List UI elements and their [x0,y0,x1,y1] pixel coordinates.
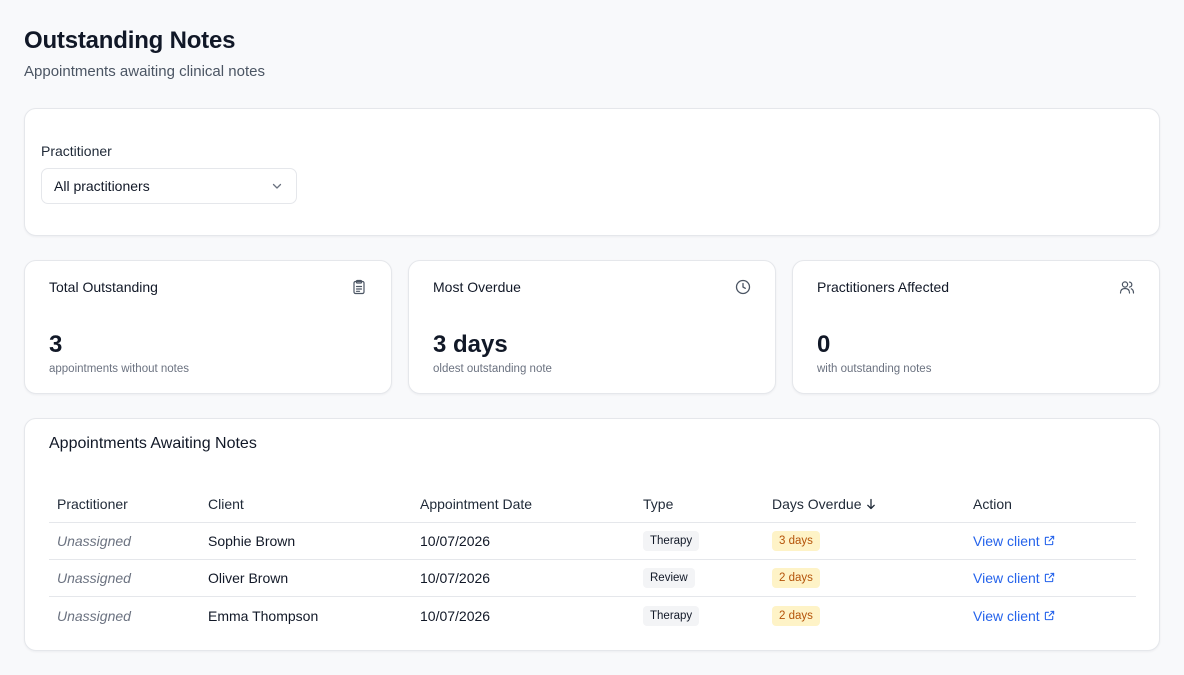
cell-client: Emma Thompson [208,607,319,624]
column-header-type: Type [643,495,674,512]
external-link-icon [1044,608,1055,624]
table-row: Unassigned Emma Thompson 10/07/2026 Ther… [49,597,1136,634]
page-title: Outstanding Notes [24,27,236,54]
cell-days-overdue: 2 days [772,597,820,634]
cell-action: View client [973,560,1055,596]
table-title: Appointments Awaiting Notes [49,435,257,452]
view-client-link[interactable]: View client [973,570,1055,586]
stat-caption: with outstanding notes [817,363,932,375]
appointments-table: Practitioner Client Appointment Date Typ… [49,485,1136,634]
column-header-appointment-date: Appointment Date [420,495,533,512]
type-badge: Therapy [643,531,700,551]
cell-appointment-date: 10/07/2026 [420,533,491,549]
filter-card: Practitioner All practitioners [24,108,1160,236]
column-header-days-overdue[interactable]: Days Overdue [772,485,877,522]
type-badge: Therapy [643,605,700,626]
practitioner-select[interactable]: All practitioners [41,168,297,204]
cell-practitioner: Unassigned [57,607,131,624]
view-client-link[interactable]: View client [973,533,1055,549]
stat-title: Total Outstanding [49,279,158,295]
stat-title: Practitioners Affected [817,279,950,295]
cell-client: Sophie Brown [208,533,296,549]
external-link-icon [1044,533,1055,549]
view-client-label: View client [973,533,1040,549]
overdue-badge: 2 days [772,568,820,588]
cell-type: Therapy [643,523,700,559]
clipboard-icon [351,279,367,295]
table-header-row: Practitioner Client Appointment Date Typ… [49,485,1136,523]
stat-caption: appointments without notes [49,363,190,375]
appointments-table-card: Appointments Awaiting Notes Practitioner… [24,418,1160,651]
stat-title: Most Overdue [433,279,521,295]
page-subtitle: Appointments awaiting clinical notes [24,63,265,80]
cell-type: Review [643,560,695,596]
practitioner-select-value: All practitioners [54,178,150,194]
cell-type: Therapy [643,597,700,634]
table-row: Unassigned Oliver Brown 10/07/2026 Revie… [49,560,1136,597]
stat-card-practitioners-affected: Practitioners Affected 0 with outstandin… [792,260,1160,394]
cell-appointment-date: 10/07/2026 [420,570,491,586]
practitioner-filter-label: Practitioner [41,143,112,159]
stat-caption: oldest outstanding note [433,363,552,375]
column-header-practitioner: Practitioner [57,495,128,512]
column-header-action: Action [973,495,1012,512]
type-badge: Review [643,568,695,588]
view-client-link[interactable]: View client [973,608,1055,624]
stat-card-most-overdue: Most Overdue 3 days oldest outstanding n… [408,260,776,394]
view-client-label: View client [973,570,1040,586]
cell-client: Oliver Brown [208,570,289,586]
stat-card-total-outstanding: Total Outstanding 3 appointments without… [24,260,392,394]
column-header-days-overdue-label: Days Overdue [772,495,862,512]
clock-icon [735,279,751,295]
arrow-down-icon [865,498,877,510]
stat-value: 3 days [433,331,508,358]
column-header-client: Client [208,495,244,512]
users-icon [1119,279,1135,295]
chevron-down-icon [270,179,284,193]
overdue-badge: 2 days [772,605,820,626]
cell-action: View client [973,597,1055,634]
external-link-icon [1044,570,1055,586]
cell-appointment-date: 10/07/2026 [420,607,491,624]
cell-days-overdue: 2 days [772,560,820,596]
page: Outstanding Notes Appointments awaiting … [0,0,1184,675]
stat-value: 0 [817,331,831,358]
cell-practitioner: Unassigned [57,533,131,549]
cell-days-overdue: 3 days [772,523,820,559]
stat-value: 3 [49,331,63,358]
cell-action: View client [973,523,1055,559]
view-client-label: View client [973,607,1040,624]
cell-practitioner: Unassigned [57,570,131,586]
overdue-badge: 3 days [772,531,820,551]
table-row: Unassigned Sophie Brown 10/07/2026 Thera… [49,523,1136,560]
